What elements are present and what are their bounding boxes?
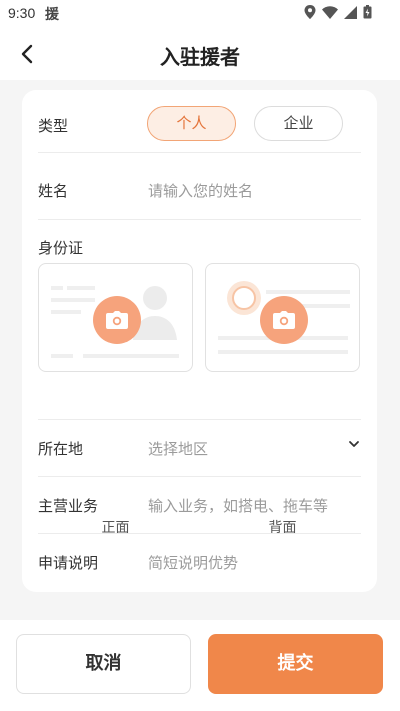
type-row: 类型 个人 企业	[38, 90, 361, 153]
type-option-enterprise[interactable]: 企业	[254, 106, 343, 141]
chevron-down-icon[interactable]	[347, 437, 361, 451]
status-app-icon: 援	[45, 7, 59, 23]
business-row: 主营业务 输入业务，如搭电、拖车等	[38, 476, 361, 534]
name-row: 姓名 请输入您的姓名	[38, 152, 361, 220]
name-label: 姓名	[38, 182, 69, 200]
status-bar: 9:30 援	[0, 0, 400, 28]
location-select[interactable]: 选择地区	[148, 438, 208, 459]
status-time: 9:30	[8, 5, 36, 21]
id-front-upload[interactable]	[38, 263, 193, 372]
location-icon	[304, 5, 316, 19]
type-option-personal[interactable]: 个人	[147, 106, 236, 141]
page-title: 入驻援者	[160, 45, 240, 69]
id-card-label: 身份证	[38, 239, 84, 257]
cancel-button[interactable]: 取消	[16, 634, 191, 694]
bottom-action-bar: 取消 提交	[0, 620, 400, 711]
camera-icon-front	[93, 296, 141, 344]
id-back-upload[interactable]	[205, 263, 360, 372]
business-label: 主营业务	[38, 497, 99, 515]
camera-icon-back	[260, 296, 308, 344]
description-input[interactable]: 简短说明优势	[148, 552, 238, 573]
battery-icon	[363, 5, 372, 19]
description-row: 申请说明 简短说明优势	[38, 533, 361, 592]
wifi-icon	[322, 5, 338, 19]
location-row[interactable]: 所在地 选择地区	[38, 419, 361, 477]
type-label: 类型	[38, 117, 69, 135]
business-input[interactable]: 输入业务，如搭电、拖车等	[148, 495, 328, 516]
status-icons	[304, 5, 372, 19]
signal-icon	[344, 5, 357, 19]
submit-button[interactable]: 提交	[208, 634, 383, 694]
id-card-row: 身份证 正面 背面	[38, 219, 361, 536]
location-label: 所在地	[38, 440, 84, 458]
name-input[interactable]: 请输入您的姓名	[148, 180, 253, 201]
description-label: 申请说明	[38, 554, 99, 572]
title-bar: 入驻援者	[0, 28, 400, 80]
form-card: 类型 个人 企业 姓名 请输入您的姓名 身份证 正面 背面 所在地 选择地区 主…	[22, 90, 377, 592]
